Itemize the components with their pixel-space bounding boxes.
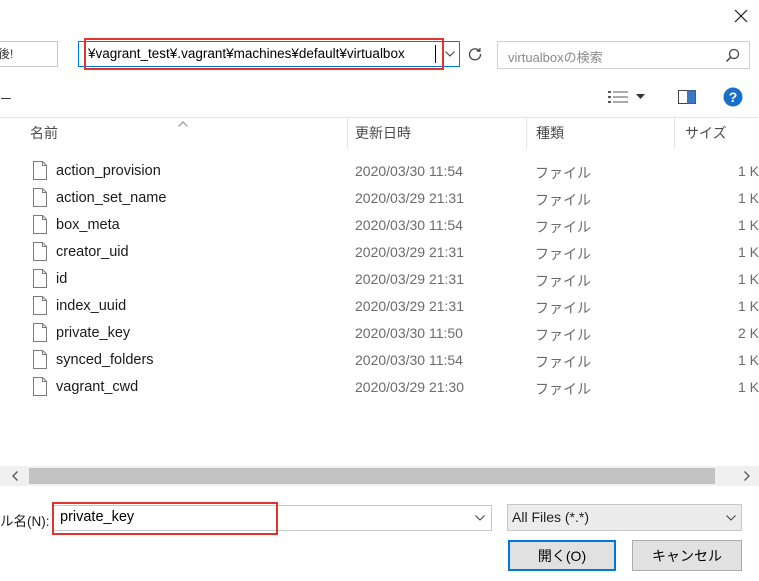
chevron-down-icon bbox=[444, 51, 455, 57]
file-name[interactable]: synced_folders bbox=[56, 352, 154, 368]
file-modified: 2020/03/29 21:31 bbox=[355, 190, 464, 206]
scroll-left-button[interactable] bbox=[8, 469, 22, 483]
file-row[interactable]: vagrant_cwd 2020/03/29 21:30 ファイル 1 K bbox=[0, 374, 759, 401]
file-icon bbox=[33, 215, 47, 234]
file-row[interactable]: private_key 2020/03/30 11:50 ファイル 2 K bbox=[0, 320, 759, 347]
chevron-right-icon bbox=[744, 471, 750, 481]
chevron-down-icon bbox=[636, 94, 645, 99]
filename-highlight-box bbox=[52, 502, 278, 535]
file-type: ファイル bbox=[535, 246, 591, 262]
close-button[interactable] bbox=[728, 4, 754, 28]
file-size: 1 K bbox=[738, 298, 759, 314]
file-modified: 2020/03/30 11:54 bbox=[355, 217, 463, 233]
file-type: ファイル bbox=[535, 327, 591, 343]
file-modified: 2020/03/29 21:30 bbox=[355, 379, 464, 395]
svg-text:?: ? bbox=[729, 89, 738, 105]
file-icon bbox=[33, 350, 47, 369]
file-name[interactable]: id bbox=[56, 271, 67, 287]
search-icon[interactable] bbox=[722, 45, 742, 65]
file-name[interactable]: action_provision bbox=[56, 163, 161, 179]
file-icon bbox=[33, 296, 47, 315]
file-icon bbox=[33, 377, 47, 396]
file-type: ファイル bbox=[535, 273, 591, 289]
file-modified: 2020/03/29 21:31 bbox=[355, 271, 464, 287]
help-button[interactable]: ? bbox=[722, 86, 744, 108]
file-row[interactable]: synced_folders 2020/03/30 11:54 ファイル 1 K bbox=[0, 347, 759, 374]
column-header-type[interactable]: 種類 bbox=[536, 117, 564, 149]
open-button[interactable]: 開く(O) bbox=[508, 540, 616, 571]
address-highlight-box bbox=[84, 38, 444, 70]
sort-ascending-icon bbox=[178, 114, 188, 130]
column-header-modified[interactable]: 更新日時 bbox=[355, 117, 411, 149]
file-size: 1 K bbox=[738, 163, 759, 179]
file-type: ファイル bbox=[535, 219, 591, 235]
list-view-icon bbox=[608, 91, 628, 103]
file-name[interactable]: private_key bbox=[56, 325, 130, 341]
file-row[interactable]: box_meta 2020/03/30 11:54 ファイル 1 K bbox=[0, 212, 759, 239]
file-type: ファイル bbox=[535, 300, 591, 316]
file-icon bbox=[33, 161, 47, 180]
file-modified: 2020/03/29 21:31 bbox=[355, 298, 464, 314]
filetype-value[interactable]: All Files (*.*) bbox=[512, 509, 589, 525]
column-separator[interactable] bbox=[674, 117, 675, 149]
file-name[interactable]: creator_uid bbox=[56, 244, 129, 260]
file-name[interactable]: index_uuid bbox=[56, 298, 126, 314]
file-icon bbox=[33, 269, 47, 288]
file-type: ファイル bbox=[535, 192, 591, 208]
help-icon: ? bbox=[723, 87, 743, 107]
file-name[interactable]: vagrant_cwd bbox=[56, 379, 138, 395]
file-type: ファイル bbox=[535, 165, 591, 181]
file-modified: 2020/03/29 21:31 bbox=[355, 244, 464, 260]
scrollbar-thumb[interactable] bbox=[29, 468, 715, 484]
file-icon bbox=[33, 242, 47, 261]
close-icon bbox=[734, 9, 748, 23]
file-size: 1 K bbox=[738, 217, 759, 233]
file-type: ファイル bbox=[535, 354, 591, 370]
toolbar-fragment: ー bbox=[0, 92, 13, 106]
chevron-down-icon bbox=[726, 515, 736, 521]
preview-pane-button[interactable] bbox=[676, 86, 698, 108]
file-row[interactable]: action_set_name 2020/03/29 21:31 ファイル 1 K bbox=[0, 185, 759, 212]
filetype-dropdown-button[interactable] bbox=[722, 507, 740, 529]
view-options-button[interactable] bbox=[608, 86, 652, 108]
chevron-left-icon bbox=[12, 471, 18, 481]
address-dropdown-button[interactable] bbox=[440, 42, 459, 66]
scroll-right-button[interactable] bbox=[740, 469, 754, 483]
cancel-button[interactable]: キャンセル bbox=[632, 540, 742, 571]
file-name[interactable]: action_set_name bbox=[56, 190, 166, 206]
file-modified: 2020/03/30 11:54 bbox=[355, 352, 463, 368]
file-row[interactable]: creator_uid 2020/03/29 21:31 ファイル 1 K bbox=[0, 239, 759, 266]
column-separator[interactable] bbox=[526, 117, 527, 149]
file-size: 2 K bbox=[738, 325, 759, 341]
file-size: 1 K bbox=[738, 244, 759, 260]
filename-label: ル名(N): bbox=[0, 514, 50, 529]
file-name[interactable]: box_meta bbox=[56, 217, 120, 233]
preview-pane-icon bbox=[678, 90, 696, 104]
search-placeholder: virtualboxの検索 bbox=[508, 50, 603, 65]
file-size: 1 K bbox=[738, 190, 759, 206]
chevron-down-icon bbox=[475, 515, 485, 521]
column-header-name[interactable]: 名前 bbox=[30, 117, 58, 149]
column-header-size[interactable]: サイズ bbox=[685, 117, 727, 149]
filename-dropdown-button[interactable] bbox=[470, 506, 490, 530]
file-type: ファイル bbox=[535, 381, 591, 397]
file-size: 1 K bbox=[738, 379, 759, 395]
left-panel-fragment: 後! bbox=[0, 41, 58, 67]
file-row[interactable]: action_provision 2020/03/30 11:54 ファイル 1 K bbox=[0, 158, 759, 185]
file-row[interactable]: index_uuid 2020/03/29 21:31 ファイル 1 K bbox=[0, 293, 759, 320]
refresh-button[interactable] bbox=[463, 42, 487, 66]
file-icon bbox=[33, 188, 47, 207]
file-modified: 2020/03/30 11:50 bbox=[355, 325, 463, 341]
refresh-icon bbox=[468, 47, 482, 61]
file-size: 1 K bbox=[738, 352, 759, 368]
column-separator[interactable] bbox=[347, 117, 348, 149]
file-icon bbox=[33, 323, 47, 342]
file-size: 1 K bbox=[738, 271, 759, 287]
file-modified: 2020/03/30 11:54 bbox=[355, 163, 463, 179]
file-row[interactable]: id 2020/03/29 21:31 ファイル 1 K bbox=[0, 266, 759, 293]
